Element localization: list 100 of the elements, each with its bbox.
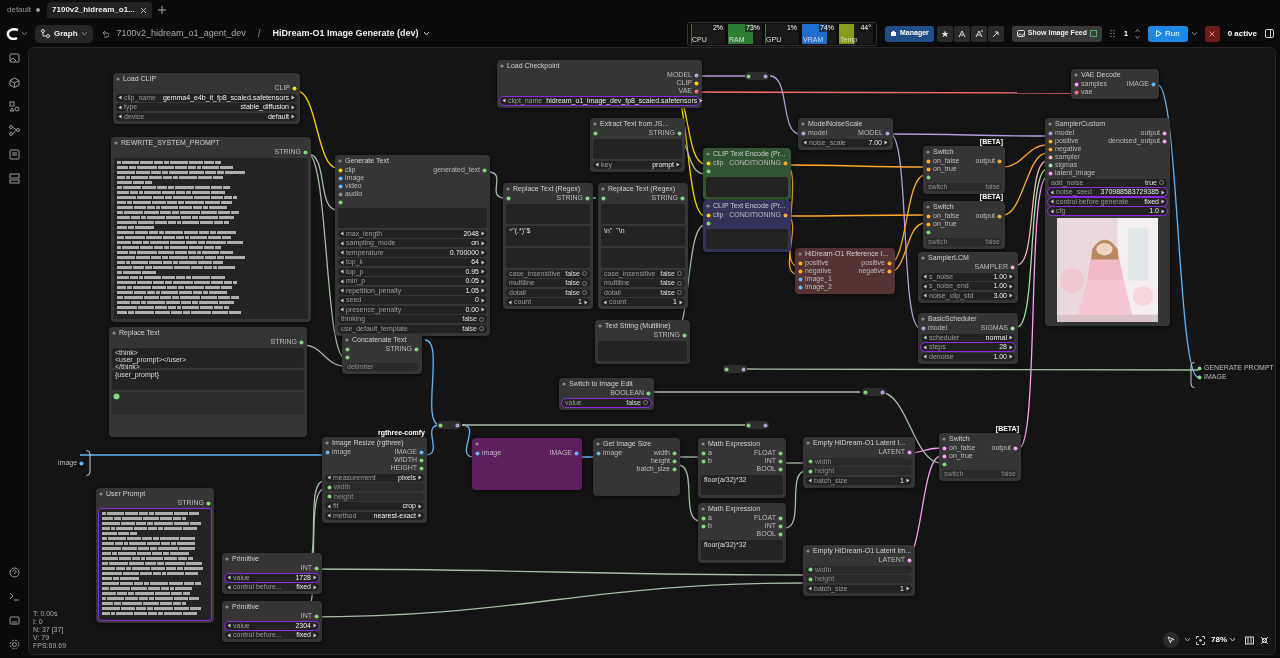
connection-dot[interactable]	[482, 167, 487, 173]
run-button[interactable]: Run	[1147, 25, 1188, 42]
connection-dot[interactable]	[345, 354, 350, 360]
reroute-node[interactable]	[437, 421, 461, 429]
connection-dot[interactable]	[942, 445, 947, 451]
connection-dot[interactable]	[1048, 170, 1053, 176]
queue-count-field[interactable]: 1	[1119, 27, 1132, 40]
drag-handle-icon[interactable]	[1109, 29, 1115, 38]
breadcrumb-link[interactable]: 7100v2_hidream_o1_agent_dev	[116, 26, 246, 41]
link-visibility-icon[interactable]	[1260, 635, 1269, 645]
connection-dot[interactable]	[303, 149, 308, 155]
connection-dot[interactable]	[338, 191, 343, 197]
connection-dot[interactable]	[701, 515, 706, 521]
connection-dot[interactable]	[1048, 146, 1053, 152]
toolbar-icon-button[interactable]	[987, 25, 1004, 42]
connection-dot[interactable]	[338, 199, 343, 205]
connection-dot[interactable]	[672, 450, 677, 456]
connection-dot[interactable]	[1048, 154, 1053, 160]
graph-canvas[interactable]	[28, 47, 1276, 655]
connection-dot[interactable]	[808, 468, 813, 474]
connection-dot[interactable]	[926, 166, 931, 172]
undo-icon[interactable]	[100, 29, 109, 38]
connection-dot[interactable]	[506, 195, 511, 201]
add-tab-icon[interactable]	[157, 6, 166, 14]
connection-dot[interactable]	[1162, 130, 1167, 136]
connection-dot[interactable]	[798, 268, 803, 274]
connection-dot[interactable]	[419, 465, 424, 471]
connection-dot[interactable]	[1074, 81, 1079, 87]
connection-dot[interactable]	[338, 183, 343, 189]
connection-dot[interactable]	[1074, 89, 1079, 95]
caret-icon[interactable]	[1185, 638, 1190, 642]
connection-dot[interactable]	[345, 346, 350, 352]
connection-dot[interactable]	[327, 484, 332, 490]
connection-dot[interactable]	[1197, 374, 1202, 380]
connection-dot[interactable]	[1048, 138, 1053, 144]
connection-dot[interactable]	[701, 450, 706, 456]
tab[interactable]: 7100v2_hidream_o1...	[47, 2, 152, 18]
connection-dot[interactable]	[801, 130, 806, 136]
graph-button[interactable]: Graph	[35, 24, 93, 43]
connection-dot[interactable]	[327, 494, 332, 499]
connection-dot[interactable]	[907, 557, 912, 563]
connection-dot[interactable]	[677, 130, 682, 136]
settings-icon[interactable]	[8, 639, 20, 650]
connection-dot[interactable]	[574, 450, 579, 456]
toolbar-icon-button[interactable]	[970, 25, 987, 42]
connection-dot[interactable]	[701, 458, 706, 464]
connection-dot[interactable]	[1010, 264, 1015, 270]
connection-dot[interactable]	[778, 531, 783, 537]
connection-dot[interactable]	[694, 88, 699, 94]
connection-dot[interactable]	[299, 339, 304, 345]
connection-dot[interactable]	[808, 576, 813, 582]
connection-dot[interactable]	[672, 466, 677, 472]
picture-icon[interactable]	[8, 53, 20, 64]
terminal-icon[interactable]	[8, 591, 20, 602]
cube-icon[interactable]	[8, 77, 20, 88]
connection-dot[interactable]	[596, 450, 601, 456]
node-card[interactable]	[335, 155, 490, 336]
connection-dot[interactable]	[926, 229, 931, 235]
reroute-node[interactable]	[745, 421, 769, 429]
connection-dot[interactable]	[475, 450, 480, 456]
connection-dot[interactable]	[887, 268, 892, 274]
connection-dot[interactable]	[314, 565, 319, 571]
connection-dot[interactable]	[292, 85, 297, 91]
connection-dot[interactable]	[778, 515, 783, 521]
connection-dot[interactable]	[1013, 445, 1018, 451]
connection-dot[interactable]	[1048, 130, 1053, 136]
connection-dot[interactable]	[778, 523, 783, 529]
connection-dot[interactable]	[926, 158, 931, 164]
connection-dot[interactable]	[314, 613, 319, 619]
connection-dot[interactable]	[694, 80, 699, 86]
nodes-icon[interactable]	[8, 125, 20, 136]
connection-dot[interactable]	[1197, 365, 1202, 371]
sidebar-toggle-icon[interactable]	[1265, 29, 1274, 38]
active-queue-label[interactable]: 0 active	[1227, 27, 1257, 40]
connection-dot[interactable]	[798, 260, 803, 266]
connection-dot[interactable]	[706, 212, 711, 218]
fit-view-icon[interactable]	[1196, 635, 1205, 645]
reroute-node[interactable]	[723, 365, 747, 373]
connection-dot[interactable]	[601, 195, 606, 201]
connection-dot[interactable]	[585, 195, 590, 201]
connection-dot[interactable]	[682, 332, 687, 338]
connection-dot[interactable]	[783, 160, 788, 166]
reroute-node[interactable]	[862, 388, 886, 396]
connection-dot[interactable]	[1010, 325, 1015, 331]
logo-icon[interactable]	[6, 27, 20, 40]
connection-dot[interactable]	[808, 567, 813, 572]
connection-dot[interactable]	[887, 260, 892, 266]
connection-dot[interactable]	[926, 213, 931, 219]
connection-dot[interactable]	[325, 449, 330, 455]
caret-icon[interactable]	[1191, 31, 1197, 36]
connection-dot[interactable]	[778, 458, 783, 464]
connection-dot[interactable]	[646, 390, 651, 396]
connection-dot[interactable]	[942, 453, 947, 459]
connection-dot[interactable]	[1048, 162, 1053, 168]
connection-dot[interactable]	[808, 459, 813, 464]
connection-dot[interactable]	[694, 72, 699, 78]
connection-dot[interactable]	[778, 450, 783, 456]
reroute-node[interactable]	[745, 72, 769, 80]
toolbar-icon-button[interactable]	[936, 25, 953, 42]
connection-dot[interactable]	[706, 160, 711, 166]
